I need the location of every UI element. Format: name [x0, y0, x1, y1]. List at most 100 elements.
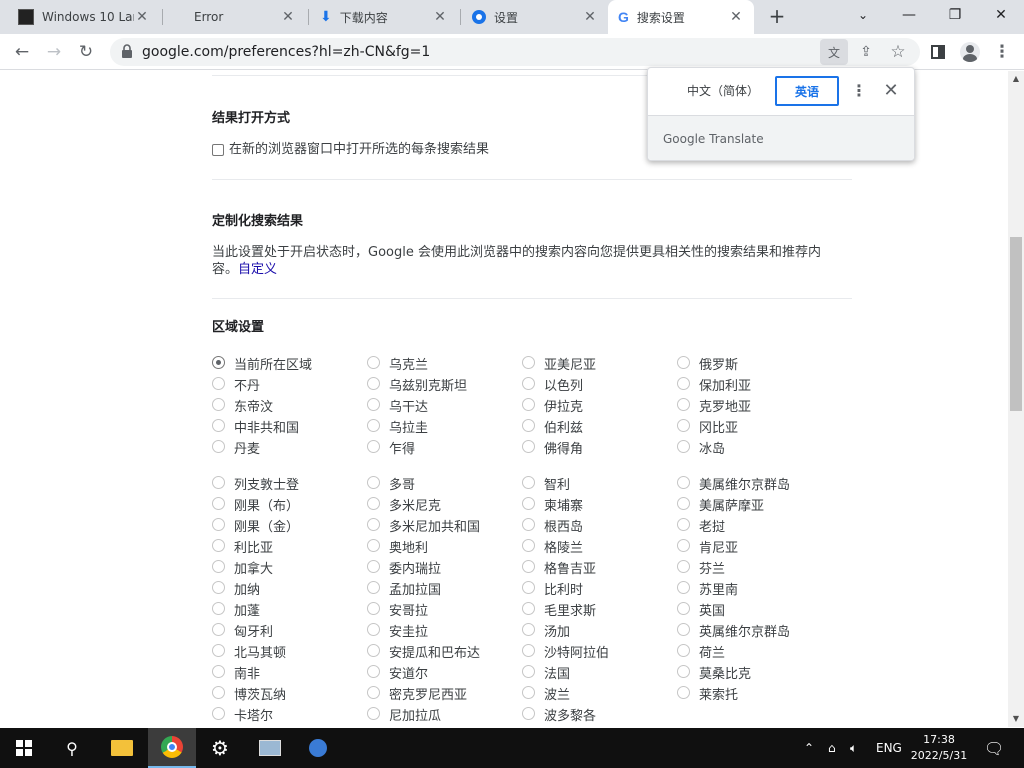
region-radio[interactable] — [677, 665, 690, 678]
region-radio[interactable] — [367, 686, 380, 699]
region-radio[interactable] — [212, 440, 225, 453]
region-radio-label[interactable]: 乌克兰 — [389, 354, 428, 373]
region-radio-label[interactable]: 汤加 — [544, 621, 570, 640]
region-radio[interactable] — [677, 419, 690, 432]
region-radio[interactable] — [212, 497, 225, 510]
region-radio[interactable] — [212, 539, 225, 552]
region-radio-label[interactable]: 安道尔 — [389, 663, 428, 682]
region-radio-label[interactable]: 利比亚 — [234, 537, 273, 556]
region-radio-label[interactable]: 英国 — [699, 600, 725, 619]
source-language-tab[interactable]: 中文（简体） — [662, 76, 784, 106]
file-explorer-icon[interactable] — [98, 728, 146, 768]
region-radio-label[interactable]: 芬兰 — [699, 558, 725, 577]
scroll-up-arrow-icon[interactable]: ▲ — [1008, 71, 1024, 87]
region-radio[interactable] — [522, 560, 535, 573]
region-radio[interactable] — [677, 581, 690, 594]
region-radio-label[interactable]: 多哥 — [389, 474, 415, 493]
region-radio-label[interactable]: 法国 — [544, 663, 570, 682]
region-radio-label[interactable]: 匈牙利 — [234, 621, 273, 640]
region-radio[interactable] — [212, 665, 225, 678]
region-radio-label[interactable]: 伊拉克 — [544, 396, 583, 415]
region-radio-label[interactable]: 乌拉圭 — [389, 417, 428, 436]
region-radio[interactable] — [367, 560, 380, 573]
close-icon[interactable]: ✕ — [728, 9, 744, 25]
region-radio-label[interactable]: 北马其顿 — [234, 642, 286, 661]
region-radio[interactable] — [212, 518, 225, 531]
region-radio[interactable] — [522, 539, 535, 552]
region-radio[interactable] — [522, 497, 535, 510]
volume-icon[interactable]: 🔈︎ — [850, 728, 857, 768]
region-radio[interactable] — [522, 644, 535, 657]
region-radio-label[interactable]: 毛里求斯 — [544, 600, 596, 619]
region-radio[interactable] — [367, 518, 380, 531]
region-radio[interactable] — [367, 581, 380, 594]
region-radio[interactable] — [522, 707, 535, 720]
region-radio-label[interactable]: 奥地利 — [389, 537, 428, 556]
region-radio-label[interactable]: 肯尼亚 — [699, 537, 738, 556]
region-radio-label[interactable]: 柬埔寨 — [544, 495, 583, 514]
minimize-button[interactable]: — — [886, 0, 932, 30]
region-radio[interactable] — [367, 356, 380, 369]
start-button[interactable] — [0, 728, 48, 768]
customize-link[interactable]: 自定义 — [238, 262, 277, 277]
close-icon[interactable]: ✕ — [582, 9, 598, 25]
region-radio-label[interactable]: 波兰 — [544, 684, 570, 703]
region-radio[interactable] — [212, 623, 225, 636]
show-hidden-icons-icon[interactable]: ⌃ — [804, 728, 814, 768]
region-radio-label[interactable]: 乌兹别克斯坦 — [389, 375, 467, 394]
region-radio-label[interactable]: 南非 — [234, 663, 260, 682]
region-radio-label[interactable]: 伯利兹 — [544, 417, 583, 436]
region-radio[interactable] — [212, 356, 225, 369]
side-panel-icon[interactable] — [924, 39, 952, 65]
region-radio[interactable] — [522, 602, 535, 615]
region-radio[interactable] — [367, 476, 380, 489]
region-radio-label[interactable]: 老挝 — [699, 516, 725, 535]
region-radio[interactable] — [677, 623, 690, 636]
region-radio[interactable] — [367, 623, 380, 636]
region-radio-label[interactable]: 丹麦 — [234, 438, 260, 457]
region-radio-label[interactable]: 博茨瓦纳 — [234, 684, 286, 703]
region-radio[interactable] — [522, 581, 535, 594]
forward-button[interactable]: → — [40, 39, 68, 65]
region-radio-label[interactable]: 亚美尼亚 — [544, 354, 596, 373]
region-radio-label[interactable]: 乌干达 — [389, 396, 428, 415]
back-button[interactable]: ← — [8, 39, 36, 65]
region-radio[interactable] — [677, 440, 690, 453]
restore-button[interactable]: ❐ — [932, 0, 978, 30]
region-radio-label[interactable]: 委内瑞拉 — [389, 558, 441, 577]
tab-error[interactable]: Error ✕ — [164, 0, 306, 34]
region-radio-label[interactable]: 当前所在区域 — [234, 354, 312, 373]
region-radio-label[interactable]: 智利 — [544, 474, 570, 493]
region-radio[interactable] — [367, 644, 380, 657]
profile-avatar-icon[interactable] — [956, 39, 984, 65]
target-language-tab[interactable]: 英语 — [775, 76, 839, 106]
region-radio-label[interactable]: 不丹 — [234, 375, 260, 394]
region-radio-label[interactable]: 刚果（布） — [234, 495, 299, 514]
region-radio[interactable] — [677, 356, 690, 369]
control-panel-icon[interactable] — [246, 728, 294, 768]
region-radio[interactable] — [677, 560, 690, 573]
region-radio[interactable] — [212, 686, 225, 699]
region-radio-label[interactable]: 密克罗尼西亚 — [389, 684, 467, 703]
region-radio[interactable] — [677, 497, 690, 510]
region-radio[interactable] — [212, 644, 225, 657]
region-radio[interactable] — [212, 398, 225, 411]
tab-windows10[interactable]: Windows 10 Lar ✕ — [8, 0, 160, 34]
region-radio[interactable] — [522, 377, 535, 390]
region-radio[interactable] — [677, 377, 690, 390]
region-radio[interactable] — [677, 518, 690, 531]
region-radio[interactable] — [522, 686, 535, 699]
region-radio[interactable] — [677, 602, 690, 615]
close-icon[interactable]: ✕ — [432, 9, 448, 25]
region-radio[interactable] — [212, 602, 225, 615]
region-radio-label[interactable]: 苏里南 — [699, 579, 738, 598]
region-radio[interactable] — [212, 476, 225, 489]
region-radio-label[interactable]: 尼加拉瓜 — [389, 705, 441, 724]
region-radio-label[interactable]: 波多黎各 — [544, 705, 596, 724]
region-radio[interactable] — [367, 665, 380, 678]
tab-search-settings[interactable]: G 搜索设置 ✕ — [608, 0, 754, 34]
region-radio[interactable] — [522, 665, 535, 678]
region-radio-label[interactable]: 格鲁吉亚 — [544, 558, 596, 577]
region-radio[interactable] — [367, 539, 380, 552]
region-radio-label[interactable]: 卡塔尔 — [234, 705, 273, 724]
